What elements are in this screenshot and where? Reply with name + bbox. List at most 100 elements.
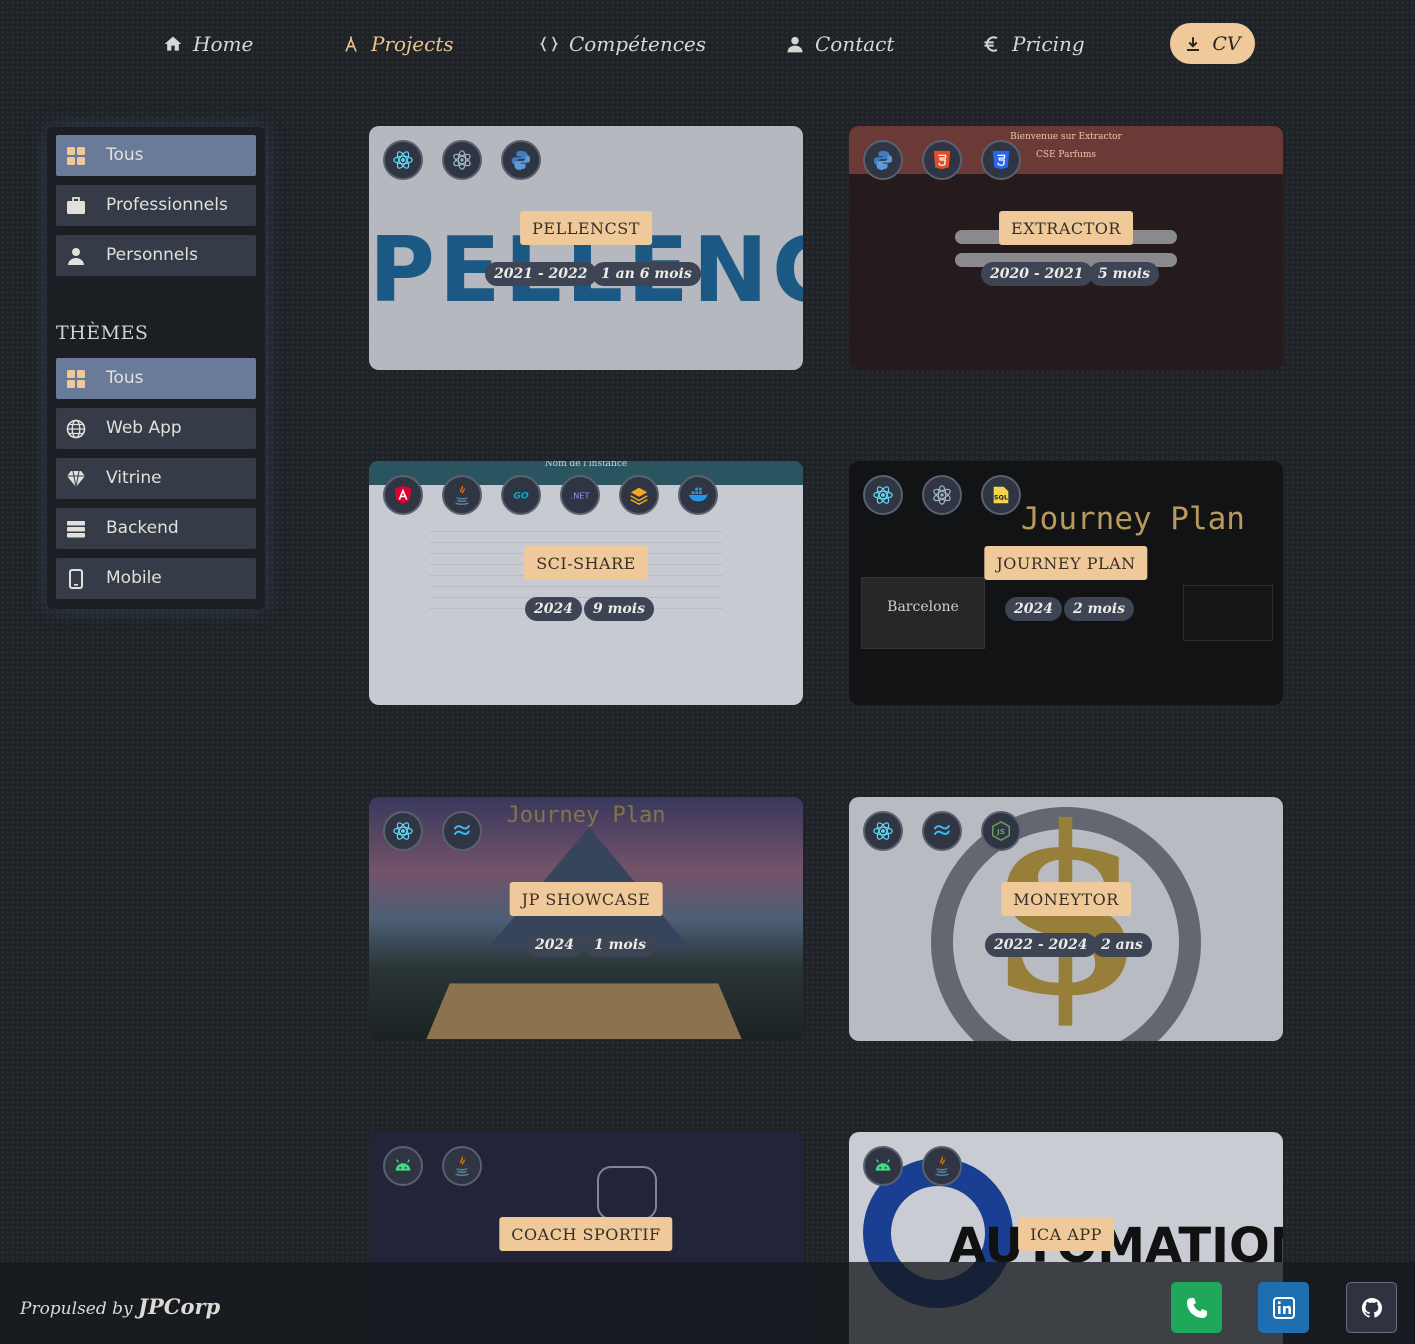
- filter-sidebar: Tous Professionnels Personnels THÈMES To…: [47, 127, 265, 609]
- card-title: JOURNEY PLAN: [984, 546, 1148, 580]
- period-badge: 2024: [1005, 597, 1062, 621]
- duration-badge: 5 mois: [1089, 262, 1159, 286]
- grid-icon: [67, 147, 85, 165]
- duration-badge: 1 mois: [585, 933, 655, 957]
- nav-pricing[interactable]: Pricing: [982, 30, 1085, 58]
- filter-theme-vitrine[interactable]: Vitrine: [56, 458, 256, 499]
- nodejs-icon: JS: [981, 811, 1021, 851]
- footer-propulsed: Propulsed by: [20, 1299, 133, 1319]
- filter-category-professionnels[interactable]: Professionnels: [56, 185, 256, 226]
- nav-home[interactable]: Home: [163, 30, 253, 58]
- filter-label: Backend: [106, 518, 179, 538]
- go-icon: GO: [501, 475, 541, 515]
- duration-badge: 2 ans: [1092, 933, 1152, 957]
- project-card-jp-showcase[interactable]: Journey Plan JP SHOWCASE 2024 1 mois: [369, 797, 803, 1041]
- project-card-journey-plan[interactable]: Journey Plan Barcelone SQL JOURNEY PLAN …: [849, 461, 1283, 705]
- dotnet-icon: .NET: [560, 475, 600, 515]
- filter-theme-all[interactable]: Tous: [56, 358, 256, 399]
- compass-icon: [345, 36, 357, 52]
- filter-category-all[interactable]: Tous: [56, 135, 256, 176]
- react-icon: [863, 475, 903, 515]
- themes-heading: THÈMES: [56, 322, 149, 344]
- python-icon: [501, 140, 541, 180]
- globe-icon: [66, 419, 86, 439]
- card-background-tile: [1183, 585, 1273, 641]
- top-nav: Home Projects Compétences Contact Pricin…: [0, 0, 1415, 88]
- filter-label: Vitrine: [106, 468, 162, 488]
- period-badge: 2022 - 2024: [985, 933, 1097, 957]
- github-button[interactable]: [1346, 1282, 1397, 1333]
- card-title: MONEYTOR: [1001, 882, 1131, 916]
- phone-button[interactable]: [1171, 1282, 1222, 1333]
- card-title: COACH SPORTIF: [499, 1217, 673, 1251]
- nav-home-label: Home: [193, 32, 254, 56]
- filter-label: Tous: [106, 145, 144, 165]
- download-cv-button[interactable]: CV: [1170, 23, 1255, 64]
- project-card-pellencst[interactable]: PELLENC PELLENCST 2021 - 2022 1 an 6 moi…: [369, 126, 803, 370]
- filter-label: Web App: [106, 418, 182, 438]
- electron-icon: [922, 475, 962, 515]
- card-title: ICA APP: [1018, 1217, 1114, 1251]
- duration-badge: 1 an 6 mois: [592, 262, 701, 286]
- euro-icon: [984, 36, 998, 52]
- footer: Propulsed by JPCorp: [0, 1262, 1415, 1344]
- filter-category-personnels[interactable]: Personnels: [56, 235, 256, 276]
- android-icon: [863, 1146, 903, 1186]
- card-title: PELLENCST: [520, 211, 652, 245]
- electron-icon: [442, 140, 482, 180]
- html5-icon: [922, 140, 962, 180]
- react-icon: [383, 140, 423, 180]
- project-card-moneytor[interactable]: $ JS MONEYTOR 2022 - 2024 2 ans: [849, 797, 1283, 1041]
- server-icon: [67, 521, 85, 538]
- project-card-extractor[interactable]: Bienvenue sur Extractor CSE Parfums EXTR…: [849, 126, 1283, 370]
- period-badge: 2020 - 2021: [981, 262, 1093, 286]
- nav-competences[interactable]: Compétences: [539, 30, 706, 58]
- filter-label: Tous: [106, 368, 144, 388]
- footer-credit: Propulsed by JPCorp: [20, 1294, 220, 1319]
- grid-icon: [67, 370, 85, 388]
- css3-icon: [981, 140, 1021, 180]
- linkedin-icon: [1272, 1296, 1295, 1319]
- duration-badge: 2 mois: [1064, 597, 1134, 621]
- layers-icon: [619, 475, 659, 515]
- user-icon: [68, 248, 84, 265]
- nav-contact[interactable]: Contact: [785, 30, 894, 58]
- card-background-title: Nom de l'instance: [544, 461, 628, 469]
- nav-pricing-label: Pricing: [1012, 32, 1085, 56]
- svg-text:GO: GO: [513, 491, 529, 502]
- svg-text:JS: JS: [996, 827, 1005, 836]
- footer-brand: JPCorp: [138, 1294, 221, 1319]
- card-background-fist: [597, 1166, 657, 1220]
- angular-icon: [383, 475, 423, 515]
- android-icon: [383, 1146, 423, 1186]
- filter-label: Mobile: [106, 568, 162, 588]
- linkedin-button[interactable]: [1258, 1282, 1309, 1333]
- home-icon: [164, 36, 182, 51]
- react-icon: [383, 811, 423, 851]
- docker-icon: [678, 475, 718, 515]
- period-badge: 2024: [525, 597, 582, 621]
- duration-badge: 9 mois: [584, 597, 654, 621]
- react-icon: [863, 811, 903, 851]
- phone-icon: [1186, 1297, 1207, 1318]
- period-badge: 2024: [526, 933, 583, 957]
- tailwind-icon: [922, 811, 962, 851]
- svg-text:SQL: SQL: [994, 494, 1008, 502]
- nav-projects[interactable]: Projects: [341, 30, 454, 58]
- github-icon: [1361, 1297, 1382, 1318]
- period-badge: 2021 - 2022: [485, 262, 597, 286]
- filter-theme-web-app[interactable]: Web App: [56, 408, 256, 449]
- user-icon: [787, 36, 803, 53]
- filter-label: Professionnels: [106, 195, 228, 215]
- project-card-sci-share[interactable]: Nom de l'instance GO .NET SCI-SHARE 2024…: [369, 461, 803, 705]
- sql-icon: SQL: [981, 475, 1021, 515]
- download-icon: [1187, 36, 1200, 51]
- filter-theme-mobile[interactable]: Mobile: [56, 558, 256, 599]
- card-background-subtitle: CSE Parfums: [1035, 150, 1097, 160]
- java-icon: [442, 475, 482, 515]
- filter-theme-backend[interactable]: Backend: [56, 508, 256, 549]
- card-background-tile-label: Barcelone: [887, 599, 959, 615]
- gem-icon: [67, 470, 85, 488]
- nav-competences-label: Compétences: [569, 32, 707, 56]
- braces-icon: [540, 36, 558, 52]
